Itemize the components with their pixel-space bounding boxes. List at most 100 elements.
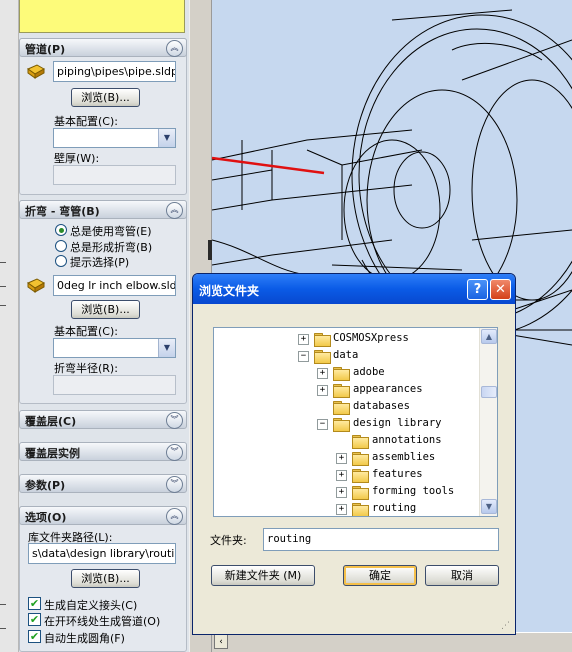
radio-always-elbow[interactable] xyxy=(55,224,67,236)
folder-icon xyxy=(333,401,350,415)
expand-icon[interactable]: + xyxy=(336,453,347,464)
params-group-header[interactable]: 参数(P) ︾ xyxy=(19,474,187,493)
collapse-icon[interactable]: ︽ xyxy=(166,202,183,219)
checkbox-open-line-pipe[interactable]: ✔ xyxy=(28,613,41,626)
folder-name-field[interactable]: routing xyxy=(263,528,499,551)
pipe-config-label: 基本配置(C): xyxy=(54,115,118,128)
checkbox-auto-fillet[interactable]: ✔ xyxy=(28,630,41,643)
elbow-browse-button[interactable]: 浏览(B)... xyxy=(71,300,140,319)
library-path-field[interactable]: s\data\design library\routing xyxy=(28,543,176,564)
expand-icon[interactable]: ︾ xyxy=(166,444,183,461)
elbow-file-field[interactable]: 0deg lr inch elbow.sldprt xyxy=(53,275,176,296)
tree-item[interactable]: databases xyxy=(214,399,476,416)
collapse-icon[interactable]: ︽ xyxy=(166,40,183,57)
folder-icon xyxy=(333,384,350,398)
checkbox-custom-fittings[interactable]: ✔ xyxy=(28,597,41,610)
radio-label: 提示选择(P) xyxy=(70,256,130,269)
expand-icon[interactable]: ︾ xyxy=(166,476,183,493)
tree-item[interactable]: + COSMOSXpress xyxy=(214,331,476,348)
expand-icon[interactable]: + xyxy=(317,385,328,396)
overlay-group-header[interactable]: 覆盖层(C) ︾ xyxy=(19,410,187,429)
edge-tick xyxy=(0,604,6,605)
elbow-config-select[interactable]: ▼ xyxy=(53,338,176,358)
dialog-title: 浏览文件夹 xyxy=(199,284,260,298)
radio-label: 总是形成折弯(B) xyxy=(70,241,153,254)
folder-tree[interactable]: + COSMOSXpress − data + adobe + appearan… xyxy=(213,327,498,517)
tree-item[interactable]: + appearances xyxy=(214,382,476,399)
tree-item-label: features xyxy=(372,468,423,480)
tree-item-label: design library xyxy=(353,417,442,429)
overlay-instance-group-header[interactable]: 覆盖层实例 ︾ xyxy=(19,442,187,461)
expand-icon[interactable]: + xyxy=(336,487,347,498)
pipe-part-icon xyxy=(27,64,45,79)
edge-tick xyxy=(0,262,6,263)
close-icon[interactable]: ✕ xyxy=(490,279,511,300)
ok-button[interactable]: 确定 xyxy=(343,565,417,586)
bend-group-title: 折弯 - 弯管(B) xyxy=(25,205,100,218)
params-group-title: 参数(P) xyxy=(25,479,66,492)
tree-item-label: annotations xyxy=(372,434,442,446)
expand-icon[interactable]: + xyxy=(336,504,347,515)
pipe-group-header[interactable]: 管道(P) ︽ xyxy=(19,38,187,57)
scroll-up-icon[interactable]: ▲ xyxy=(481,329,497,344)
tree-item[interactable]: + assemblies xyxy=(214,450,476,467)
expand-icon[interactable]: + xyxy=(336,470,347,481)
bend-radius-label: 折弯半径(R): xyxy=(54,362,118,375)
cancel-button[interactable]: 取消 xyxy=(425,565,499,586)
new-folder-button[interactable]: 新建文件夹 (M) xyxy=(211,565,315,586)
pipe-wall-field[interactable] xyxy=(53,165,176,185)
elbow-part-icon xyxy=(27,278,45,293)
tree-item-label: forming tools xyxy=(372,485,455,497)
chevron-down-icon[interactable]: ▼ xyxy=(158,339,175,357)
tree-item[interactable]: − design library xyxy=(214,416,476,433)
collapse-icon[interactable]: − xyxy=(298,351,309,362)
scroll-down-icon[interactable]: ▼ xyxy=(481,499,497,514)
expand-icon[interactable]: + xyxy=(317,368,328,379)
options-group-title: 选项(O) xyxy=(25,511,67,524)
bottom-scrollbar[interactable] xyxy=(212,632,572,652)
options-group-header[interactable]: 选项(O) ︽ xyxy=(19,506,187,525)
collapse-icon[interactable]: ︽ xyxy=(166,508,183,525)
folder-label: 文件夹: xyxy=(210,534,247,547)
pipe-browse-button[interactable]: 浏览(B)... xyxy=(71,88,140,107)
expand-icon[interactable]: + xyxy=(298,334,309,345)
radio-always-bend[interactable] xyxy=(55,240,67,252)
bend-group-header[interactable]: 折弯 - 弯管(B) ︽ xyxy=(19,200,187,219)
edge-tick xyxy=(0,305,6,306)
tree-item[interactable]: + forming tools xyxy=(214,484,476,501)
tree-item[interactable]: + features xyxy=(214,467,476,484)
folder-icon xyxy=(352,469,369,483)
tree-item-label: data xyxy=(333,349,359,361)
folder-icon xyxy=(314,333,331,347)
tree-item[interactable]: − data xyxy=(214,348,476,365)
tree-item-label: adobe xyxy=(353,366,385,378)
pipe-file-field[interactable]: piping\pipes\pipe.sldprt xyxy=(53,61,176,82)
bend-radius-field[interactable] xyxy=(53,375,176,395)
chevron-left-icon[interactable]: ‹ xyxy=(214,634,228,649)
folder-icon xyxy=(352,503,369,516)
chevron-down-icon[interactable]: ▼ xyxy=(158,129,175,147)
checkbox-label: 自动生成圆角(F) xyxy=(44,632,125,645)
folder-icon xyxy=(352,452,369,466)
help-icon[interactable]: ? xyxy=(467,279,488,300)
tree-item[interactable]: annotations xyxy=(214,433,476,450)
tree-item[interactable]: + adobe xyxy=(214,365,476,382)
expand-icon[interactable]: ︾ xyxy=(166,412,183,429)
tree-item-label: COSMOSXpress xyxy=(333,332,409,344)
collapse-icon[interactable]: − xyxy=(317,419,328,430)
checkbox-label: 生成自定义接头(C) xyxy=(44,599,138,612)
overlay-group-title: 覆盖层(C) xyxy=(25,415,77,428)
edge-tick xyxy=(0,286,6,287)
library-browse-button[interactable]: 浏览(B)... xyxy=(71,569,140,588)
folder-icon xyxy=(333,367,350,381)
dialog-titlebar[interactable]: 浏览文件夹 ? ✕ xyxy=(193,274,515,304)
pipe-group-title: 管道(P) xyxy=(25,43,66,56)
left-edge-strip xyxy=(0,0,19,652)
tree-scrollbar[interactable]: ▲ ▼ xyxy=(479,328,497,516)
folder-icon xyxy=(352,435,369,449)
radio-prompt[interactable] xyxy=(55,255,67,267)
resize-grip-icon[interactable]: ⋰ xyxy=(501,620,513,632)
tree-item-selected[interactable]: + routing xyxy=(214,501,476,516)
pipe-config-select[interactable]: ▼ xyxy=(53,128,176,148)
scroll-thumb[interactable] xyxy=(481,386,497,398)
